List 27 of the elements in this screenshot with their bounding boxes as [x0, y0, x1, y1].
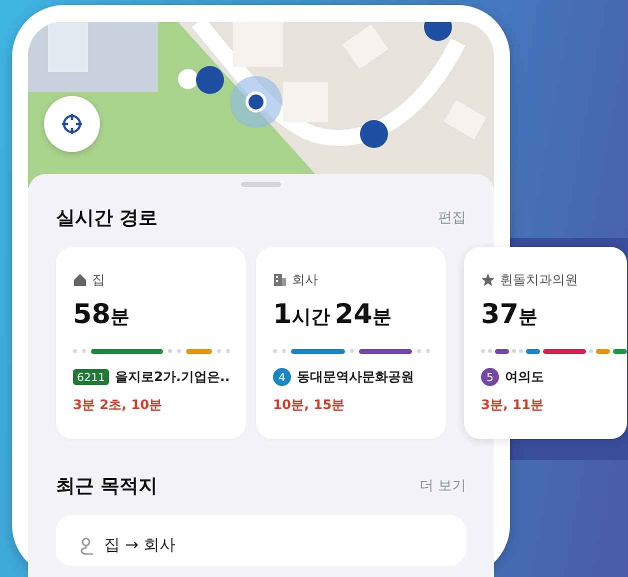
travel-time: 37분 [481, 299, 539, 330]
recent-destination[interactable]: 집 → 회사 [104, 535, 176, 556]
drag-handle[interactable] [241, 182, 281, 187]
place-label: 회사 [292, 272, 318, 289]
arrival-times: 10분, 15분 [273, 397, 346, 414]
place-label: 휜돌치과의원 [500, 272, 578, 289]
bus-number-badge: 6211 [73, 369, 109, 385]
travel-time: 1시간 24분 [273, 299, 392, 330]
crosshair-icon [61, 113, 83, 135]
section-title: 실시간 경로 [56, 206, 158, 231]
stop-name: 여의도 [505, 369, 544, 386]
star-icon [481, 273, 495, 287]
route-card[interactable]: 집 58분 6211 을지로2가.기업은.. 3분 2초, 10분 [56, 247, 246, 439]
route-card[interactable]: 회사 1시간 24분 4 동대문역사문화공원 10분, 15분 [256, 247, 446, 439]
stop-name: 동대문역사문화공원 [297, 369, 414, 386]
line-number-badge: 4 [273, 368, 291, 386]
building-icon [273, 273, 287, 287]
stop-name: 을지로2가.기업은.. [115, 369, 230, 386]
place-label: 집 [92, 272, 105, 289]
arrival-times: 3분, 11분 [481, 397, 545, 414]
home-icon [73, 273, 87, 287]
travel-time: 58분 [73, 299, 131, 330]
route-card[interactable]: 휜돌치과의원 37분 5 여의도 3분, 11분 [464, 247, 627, 439]
arrival-times: 3분 2초, 10분 [73, 397, 164, 414]
line-number-badge: 5 [481, 368, 499, 386]
route-icon [78, 536, 94, 554]
section-title: 최근 목적지 [56, 474, 158, 499]
